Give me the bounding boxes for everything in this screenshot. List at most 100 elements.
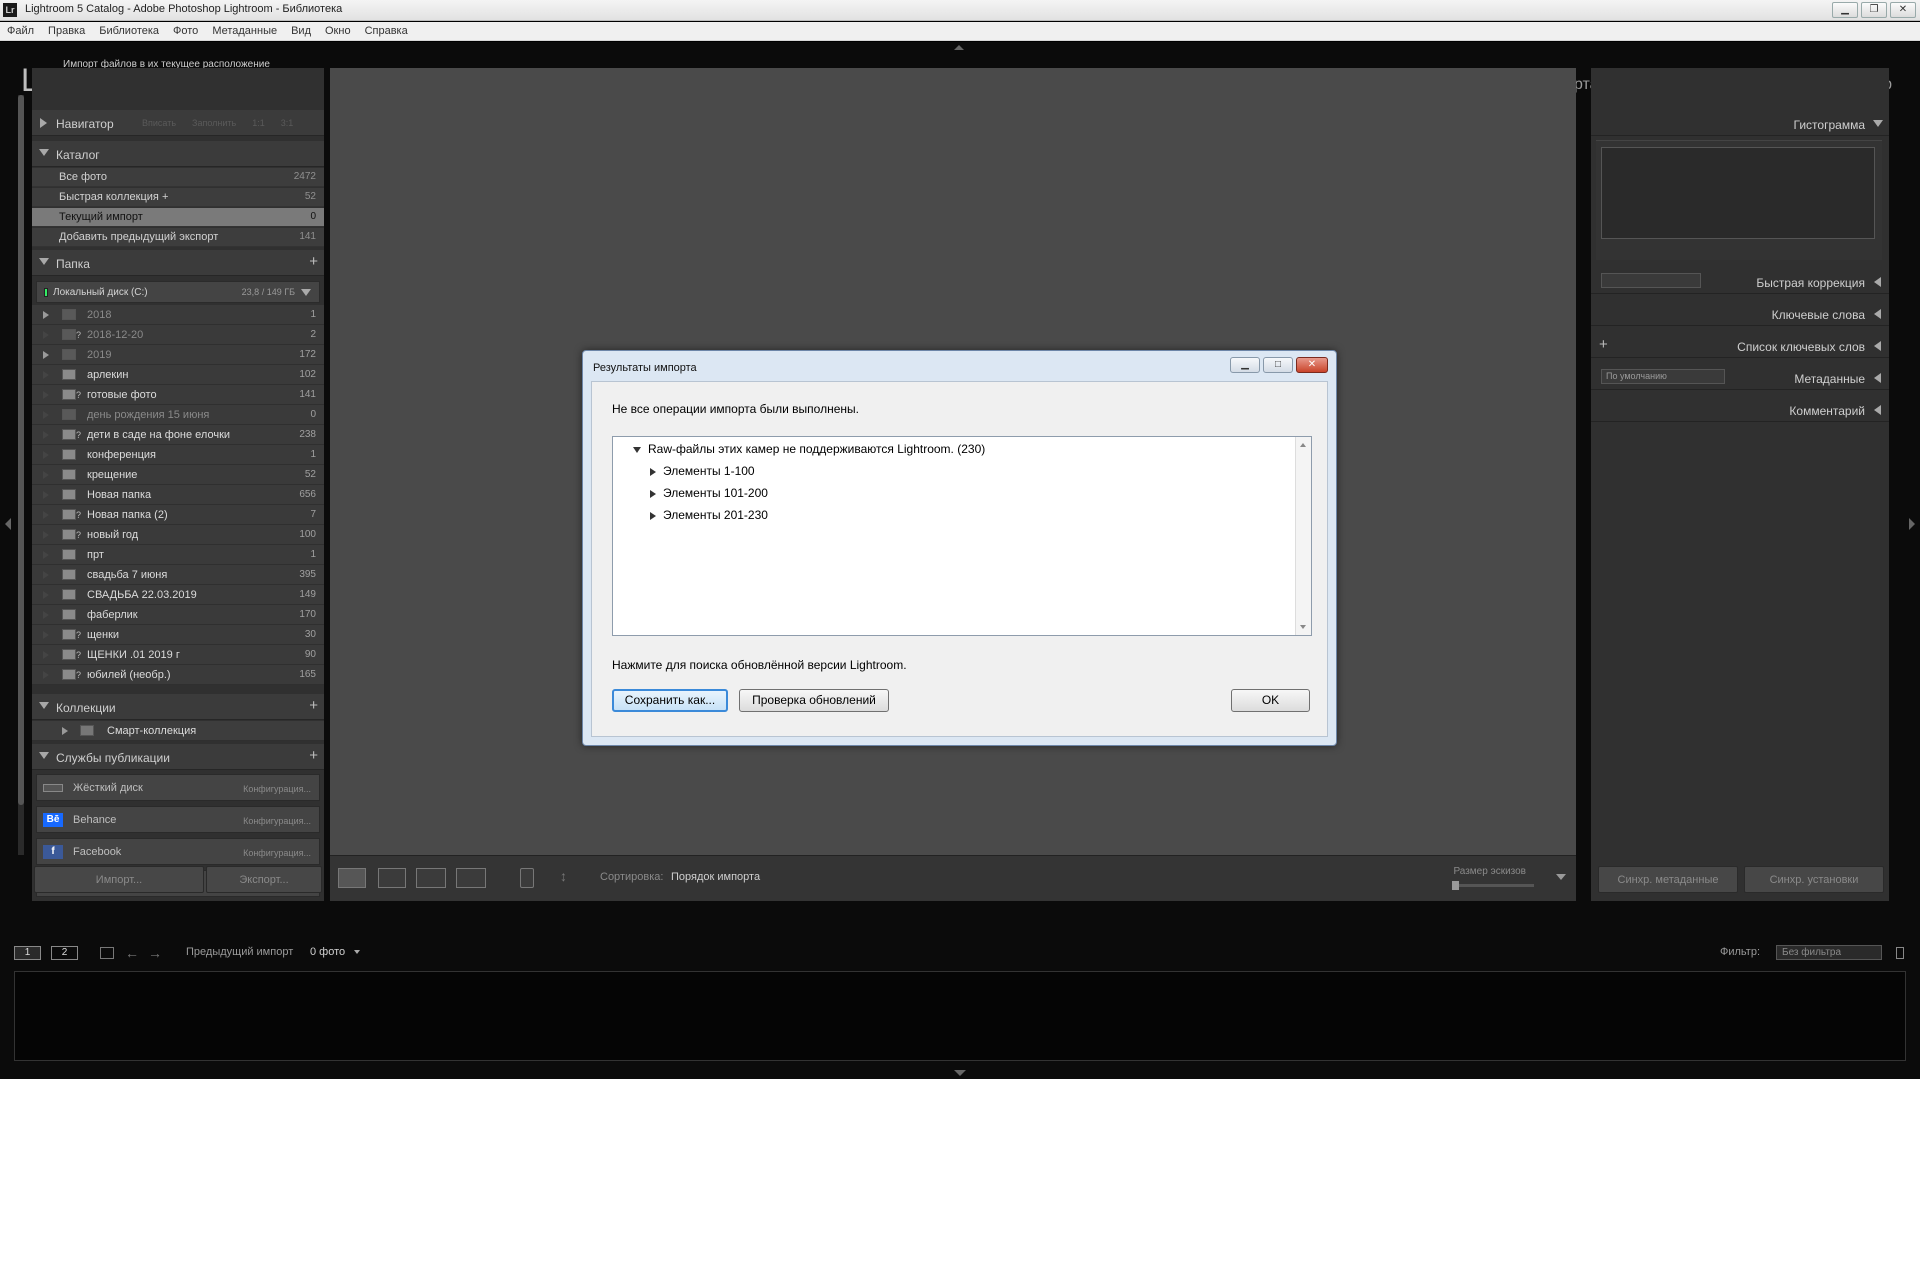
filmstrip-count[interactable]: 0 фото [310,946,345,958]
chevron-down-icon[interactable] [354,950,360,954]
minimize-icon[interactable]: ▁ [1832,2,1858,18]
sort-select[interactable]: Порядок импорта [671,871,760,883]
collapse-right-icon[interactable] [1909,518,1915,530]
dialog-maximize-icon[interactable]: □ [1263,357,1293,373]
folder-item[interactable]: день рождения 15 июня 0 [32,405,324,425]
survey-view-icon[interactable] [456,868,486,888]
results-tree[interactable]: Raw-файлы этих камер не поддерживаются L… [612,436,1312,636]
menu-help[interactable]: Справка [358,22,415,40]
filter-select[interactable]: Без фильтра [1776,945,1882,960]
folder-item[interactable]: 2019 172 [32,345,324,365]
publish-config-link[interactable]: Конфигурация... [243,816,311,826]
dialog-minimize-icon[interactable]: ▁ [1230,357,1260,373]
back-arrow-icon[interactable]: ← [125,945,139,961]
scrollbar-thumb[interactable] [18,95,24,805]
keywording-header[interactable]: Ключевые слова [1591,300,1889,326]
metadata-preset-select[interactable]: По умолчанию [1601,369,1725,384]
menu-window[interactable]: Окно [318,22,358,40]
folder-item[interactable]: прт 1 [32,545,324,565]
update-link[interactable]: Нажмите для поиска обновлённой версии Li… [612,658,907,672]
filmstrip-source[interactable]: Предыдущий импорт [186,946,293,958]
expand-arrow-icon[interactable] [43,331,49,339]
ok-button[interactable]: OK [1231,689,1310,712]
menu-file[interactable]: Файл [0,22,41,40]
expand-arrow-icon[interactable] [43,671,49,679]
publish-config-link[interactable]: Конфигурация... [243,784,311,794]
expand-arrow-icon[interactable] [43,591,49,599]
expand-arrow-icon[interactable] [650,489,656,498]
expand-arrow-icon[interactable] [43,551,49,559]
comments-header[interactable]: Комментарий [1591,396,1889,422]
sync-settings-button[interactable]: Синхр. установки [1744,866,1884,893]
restore-icon[interactable]: ❐ [1861,2,1887,18]
grid-view-icon[interactable] [338,868,366,888]
expand-arrow-icon[interactable] [43,431,49,439]
expand-arrow-icon[interactable] [43,311,49,319]
folder-item[interactable]: ? щенки 30 [32,625,324,645]
slider-knob[interactable] [1452,881,1459,890]
saved-preset-select[interactable] [1601,273,1701,288]
add-keyword-icon[interactable]: + [1599,336,1608,353]
tree-root[interactable]: Raw-файлы этих камер не поддерживаются L… [633,442,985,456]
folder-item[interactable]: свадьба 7 июня 395 [32,565,324,585]
histogram-header[interactable]: Гистограмма [1591,110,1889,136]
menu-view[interactable]: Вид [284,22,318,40]
left-panel-scrollbar[interactable] [18,95,24,855]
collapse-bottom-icon[interactable] [954,1070,966,1076]
keyword-list-header[interactable]: + Список ключевых слов [1591,332,1889,358]
tree-scrollbar[interactable] [1295,437,1311,635]
folder-item[interactable]: СВАДЬБА 22.03.2019 149 [32,585,324,605]
add-publish-icon[interactable]: + [309,747,318,764]
expand-arrow-icon[interactable] [43,451,49,459]
expand-arrow-icon[interactable] [43,411,49,419]
export-button[interactable]: Экспорт... [206,866,322,893]
folder-item[interactable]: ? Новая папка (2) 7 [32,505,324,525]
expand-arrow-icon[interactable] [43,351,49,359]
publish-service[interactable]: f Facebook Конфигурация... [36,838,320,865]
collapse-arrow-icon[interactable] [633,446,641,453]
folder-item[interactable]: ? ЩЕНКИ .01 2019 г 90 [32,645,324,665]
nav-fit[interactable]: Вписать [142,118,176,128]
collapse-top-icon[interactable] [954,45,964,50]
expand-arrow-icon[interactable] [650,467,656,476]
quick-develop-header[interactable]: Быстрая коррекция [1591,268,1889,294]
grid-icon[interactable] [100,947,114,959]
add-folder-icon[interactable]: + [309,253,318,270]
sort-direction-icon[interactable]: ↕ [560,868,588,888]
expand-arrow-icon[interactable] [43,631,49,639]
folder-item[interactable]: ? дети в саде на фоне елочки 238 [32,425,324,445]
save-as-button[interactable]: Сохранить как... [612,689,728,712]
catalog-header[interactable]: Каталог [32,141,324,167]
scroll-up-icon[interactable] [1300,443,1306,447]
expand-arrow-icon[interactable] [43,471,49,479]
collection-smart[interactable]: Смарт-коллекция [32,721,324,741]
nav-3-1[interactable]: 3:1 [281,118,294,128]
import-button[interactable]: Импорт... [34,866,204,893]
expand-arrow-icon[interactable] [62,727,68,735]
filmstrip[interactable] [14,971,1906,1061]
expand-arrow-icon[interactable] [43,531,49,539]
folder-item[interactable]: ? 2018-12-20 2 [32,325,324,345]
scroll-down-icon[interactable] [1300,625,1306,629]
expand-arrow-icon[interactable] [43,491,49,499]
catalog-item[interactable]: Все фото 2472 [32,168,324,187]
folder-item[interactable]: ? новый год 100 [32,525,324,545]
primary-window-button[interactable]: 1 [14,946,41,960]
nav-1-1[interactable]: 1:1 [252,118,265,128]
close-icon[interactable]: ✕ [1890,2,1916,18]
expand-arrow-icon[interactable] [43,511,49,519]
dialog-close-icon[interactable]: ✕ [1296,357,1328,373]
check-updates-button[interactable]: Проверка обновлений [739,689,889,712]
forward-arrow-icon[interactable]: → [148,945,162,961]
menu-photo[interactable]: Фото [166,22,205,40]
thumb-size-slider[interactable] [1452,881,1534,890]
nav-fill[interactable]: Заполнить [192,118,236,128]
expand-arrow-icon[interactable] [43,391,49,399]
painter-icon[interactable] [520,868,534,888]
catalog-item[interactable]: Быстрая коллекция + 52 [32,188,324,207]
metadata-header[interactable]: По умолчанию Метаданные [1591,364,1889,390]
collections-header[interactable]: Коллекции + [32,694,324,720]
publish-config-link[interactable]: Конфигурация... [243,848,311,858]
expand-arrow-icon[interactable] [43,611,49,619]
folder-item[interactable]: фаберлик 170 [32,605,324,625]
